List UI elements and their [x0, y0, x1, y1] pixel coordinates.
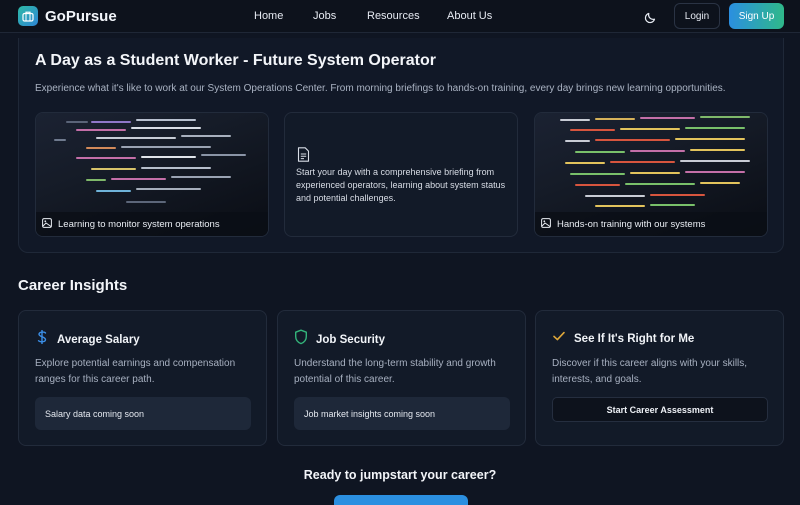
- salary-status-box: Salary data coming soon: [35, 397, 251, 430]
- day-section-title: A Day as a Student Worker - Future Syste…: [35, 52, 436, 69]
- signup-button[interactable]: Sign Up: [729, 3, 784, 29]
- image-icon: [541, 217, 551, 231]
- shield-icon: [294, 329, 308, 350]
- insight-card-description: Discover if this career aligns with your…: [552, 358, 748, 385]
- cta-title: Ready to jumpstart your career?: [303, 468, 497, 482]
- insight-card-title: Job Security: [316, 333, 386, 346]
- tile-caption: Hands-on training with our systems: [535, 212, 767, 236]
- insight-card-header: Average Salary: [35, 329, 140, 350]
- insight-card-title: Average Salary: [57, 333, 140, 346]
- nav-link-jobs[interactable]: Jobs: [313, 10, 336, 22]
- insight-card-header: Job Security: [294, 329, 385, 350]
- login-button[interactable]: Login: [674, 3, 720, 29]
- day-section-description: Experience what it's like to work at our…: [35, 83, 726, 94]
- nav-link-resources[interactable]: Resources: [367, 10, 427, 22]
- top-navbar: GoPursue Home Jobs Resources About Us Lo…: [0, 0, 800, 33]
- briefcase-icon: [18, 6, 38, 26]
- insight-card-header: See If It's Right for Me: [552, 329, 694, 348]
- insight-card-right-for-me: See If It's Right for Me Discover if thi…: [535, 310, 784, 446]
- career-insights-title: Career Insights: [18, 277, 128, 294]
- briefing-text: Start your day with a comprehensive brie…: [296, 167, 506, 203]
- nav-link-home[interactable]: Home: [254, 10, 283, 22]
- check-icon: [552, 329, 566, 348]
- insight-card-description: Understand the long-term stability and g…: [294, 358, 496, 385]
- gallery-tile-briefing[interactable]: Start your day with a comprehensive brie…: [284, 112, 518, 237]
- insight-card-description: Explore potential earnings and compensat…: [35, 358, 236, 385]
- moon-icon[interactable]: [643, 9, 659, 25]
- tile-caption-text: Learning to monitor system operations: [58, 218, 220, 230]
- nav-link-about-us[interactable]: About Us: [447, 10, 507, 22]
- job-market-status-box: Job market insights coming soon: [294, 397, 510, 430]
- gallery-tile-monitoring[interactable]: Learning to monitor system operations: [35, 112, 269, 237]
- brand[interactable]: GoPursue: [18, 6, 117, 26]
- tile-caption: Learning to monitor system operations: [36, 212, 268, 236]
- insight-card-salary: Average Salary Explore potential earning…: [18, 310, 267, 446]
- insight-card-job-security: Job Security Understand the long-term st…: [277, 310, 526, 446]
- brand-name: GoPursue: [45, 7, 117, 25]
- tile-caption-text: Hands-on training with our systems: [557, 218, 706, 230]
- dollar-icon: [35, 329, 49, 350]
- image-icon: [42, 217, 52, 231]
- insight-card-title: See If It's Right for Me: [574, 332, 695, 345]
- document-icon: [297, 147, 310, 162]
- start-career-assessment-button[interactable]: Start Career Assessment: [552, 397, 768, 422]
- gallery-tile-training[interactable]: Hands-on training with our systems: [534, 112, 768, 237]
- cta-button[interactable]: [334, 495, 468, 505]
